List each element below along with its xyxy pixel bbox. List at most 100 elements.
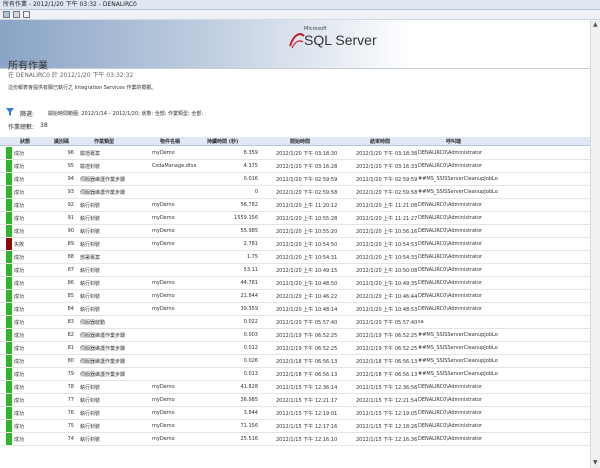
cell-id: 80 <box>67 358 74 364</box>
table-row: 成功 90 執行封裝 myDemo 55.985 2012/1/20 上午 10:55:2… <box>0 225 590 238</box>
cell-duration: 25.516 <box>240 436 259 442</box>
cell-status: 成功 <box>14 307 25 313</box>
cell-type: 伺服器維護作業步驟 <box>80 333 126 339</box>
cell-caller: ##MS_SSISServerCleanupJobLogin## <box>418 189 498 195</box>
table-row: 成功 80 伺服器維護作業步驟 0.026 2012/1/18 下午 06:56:13 2… <box>0 355 590 368</box>
refresh-icon[interactable] <box>13 11 20 18</box>
cell-start: 2012/1/15 下午 12:17:16 <box>276 424 338 430</box>
header-status[interactable]: 狀態 <box>20 138 30 145</box>
cell-object: myDemo <box>152 228 175 234</box>
cell-caller: DENALIRC0\Administrator <box>418 397 483 403</box>
cell-id: 79 <box>67 371 74 377</box>
cell-type: 執行封裝 <box>80 281 101 287</box>
cell-start: 2012/1/15 下午 12:36:14 <box>276 385 338 391</box>
filter-icon <box>6 108 14 116</box>
cell-caller: DENALIRC0\Administrator <box>418 436 483 442</box>
back-icon[interactable] <box>3 11 10 18</box>
toolbar <box>0 10 600 20</box>
cell-status: 成功 <box>14 437 25 443</box>
table-row: 成功 76 執行封裝 myDemo 3.844 2012/1/15 下午 12:19:01… <box>0 407 590 420</box>
print-icon[interactable] <box>23 11 30 18</box>
status-indicator <box>6 264 12 276</box>
logo-sqlserver-text: SQL Server <box>304 32 377 48</box>
status-indicator <box>6 433 12 445</box>
cell-status: 成功 <box>14 398 25 404</box>
cell-status: 成功 <box>14 320 25 326</box>
cell-type: 伺服器維護作業步驟 <box>80 177 126 183</box>
cell-caller: DENALIRC0\Administrator <box>418 228 483 234</box>
cell-type: 伺服器維護作業步驟 <box>80 372 126 378</box>
cell-type: 執行封裝 <box>80 294 101 300</box>
header-end[interactable]: 結束時間 <box>370 138 390 145</box>
cell-duration: 0.022 <box>243 319 258 325</box>
table-row: 成功 86 執行封裝 myDemo 44.781 2012/1/20 上午 10:48:5… <box>0 277 590 290</box>
cell-object: myDemo <box>152 436 175 442</box>
header-object[interactable]: 物件名稱 <box>160 138 180 145</box>
report-subtitle: 在 DENALIRC0 於 2012/1/20 下午 03:32:32 <box>8 72 134 79</box>
cell-object: myDemo <box>152 150 175 156</box>
cell-type: 伺服器維護作業步驟 <box>80 190 126 196</box>
status-indicator <box>6 303 12 315</box>
cell-status: 失敗 <box>14 242 25 248</box>
cell-object: myDemo <box>152 215 175 221</box>
cell-status: 成功 <box>14 177 25 183</box>
header-type[interactable]: 作業類型 <box>94 138 114 145</box>
cell-type: 驗證封裝 <box>80 164 101 170</box>
cell-duration: 56.782 <box>240 202 259 208</box>
cell-duration: 53.11 <box>243 267 258 273</box>
header-id[interactable]: 識別碼 <box>54 138 69 145</box>
scroll-down-icon[interactable]: ▼ <box>593 460 598 466</box>
status-indicator <box>6 381 12 393</box>
cell-caller: DENALIRC0\Administrator <box>418 254 483 260</box>
cell-caller: ##MS_SSISServerCleanupJobLogin## <box>418 371 498 377</box>
table-row: 成功 91 執行封裝 myDemo 1559.156 2012/1/20 上午 10:55… <box>0 212 590 225</box>
cell-type: 執行封裝 <box>80 242 101 248</box>
cell-type: 伺服器維護作業步驟 <box>80 346 126 352</box>
cell-object: myDemo <box>152 202 175 208</box>
header-duration[interactable]: 持續時間 (秒) <box>207 138 238 145</box>
cell-object: myDemo <box>152 241 175 247</box>
cell-caller: DENALIRC0\Administrator <box>418 306 483 312</box>
cell-type: 執行封裝 <box>80 203 101 209</box>
cell-duration: 21.844 <box>240 293 259 299</box>
cell-type: 執行封裝 <box>80 229 101 235</box>
cell-status: 成功 <box>14 333 25 339</box>
cell-start: 2012/1/15 下午 12:19:01 <box>276 411 338 417</box>
cell-type: 執行封裝 <box>80 398 101 404</box>
cell-caller: ##MS_SSISServerCleanupJobLogin## <box>418 176 498 182</box>
cell-duration: 0.026 <box>243 358 258 364</box>
status-indicator <box>6 212 12 224</box>
header-caller[interactable]: 呼叫端 <box>446 138 461 145</box>
cell-type: 伺服器啟動 <box>80 320 106 326</box>
status-indicator <box>6 225 12 237</box>
cell-status: 成功 <box>14 190 25 196</box>
cell-caller: DENALIRC0\Administrator <box>418 150 483 156</box>
cell-type: 伺服器維護作業步驟 <box>80 359 126 365</box>
cell-status: 成功 <box>14 411 25 417</box>
cell-id: 88 <box>67 254 74 260</box>
cell-type: 執行封裝 <box>80 385 101 391</box>
cell-object: myDemo <box>152 280 175 286</box>
status-indicator <box>6 394 12 406</box>
status-indicator <box>6 251 12 263</box>
cell-duration: 71.156 <box>240 423 259 429</box>
status-indicator <box>6 368 12 380</box>
cell-start: 2012/1/20 下午 03:16:28 <box>276 164 338 170</box>
table-row: 失敗 89 執行封裝 myDemo 2.781 2012/1/20 上午 10:54:50… <box>0 238 590 251</box>
cell-object: myDemo <box>152 423 175 429</box>
cell-start: 2012/1/20 上午 10:46:22 <box>276 294 338 300</box>
vertical-scrollbar[interactable]: ▲ ▼ <box>590 20 600 468</box>
cell-id: 77 <box>67 397 74 403</box>
cell-caller: DENALIRC0\Administrator <box>418 267 483 273</box>
cell-duration: 2.781 <box>243 241 258 247</box>
cell-status: 成功 <box>14 268 25 274</box>
cell-id: 91 <box>67 215 74 221</box>
cell-caller: DENALIRC0\Administrator <box>418 293 483 299</box>
cell-caller: DENALIRC0\Administrator <box>418 241 483 247</box>
cell-duration: 8.359 <box>243 150 258 156</box>
cell-object: myDemo <box>152 410 175 416</box>
cell-start: 2012/1/20 上午 10:55:20 <box>276 229 338 235</box>
header-start[interactable]: 開始時間 <box>290 138 310 145</box>
scroll-up-icon[interactable]: ▲ <box>593 22 598 28</box>
table-row: 成功 88 部署專案 1.75 2012/1/20 上午 10:54:31 2012/1/… <box>0 251 590 264</box>
